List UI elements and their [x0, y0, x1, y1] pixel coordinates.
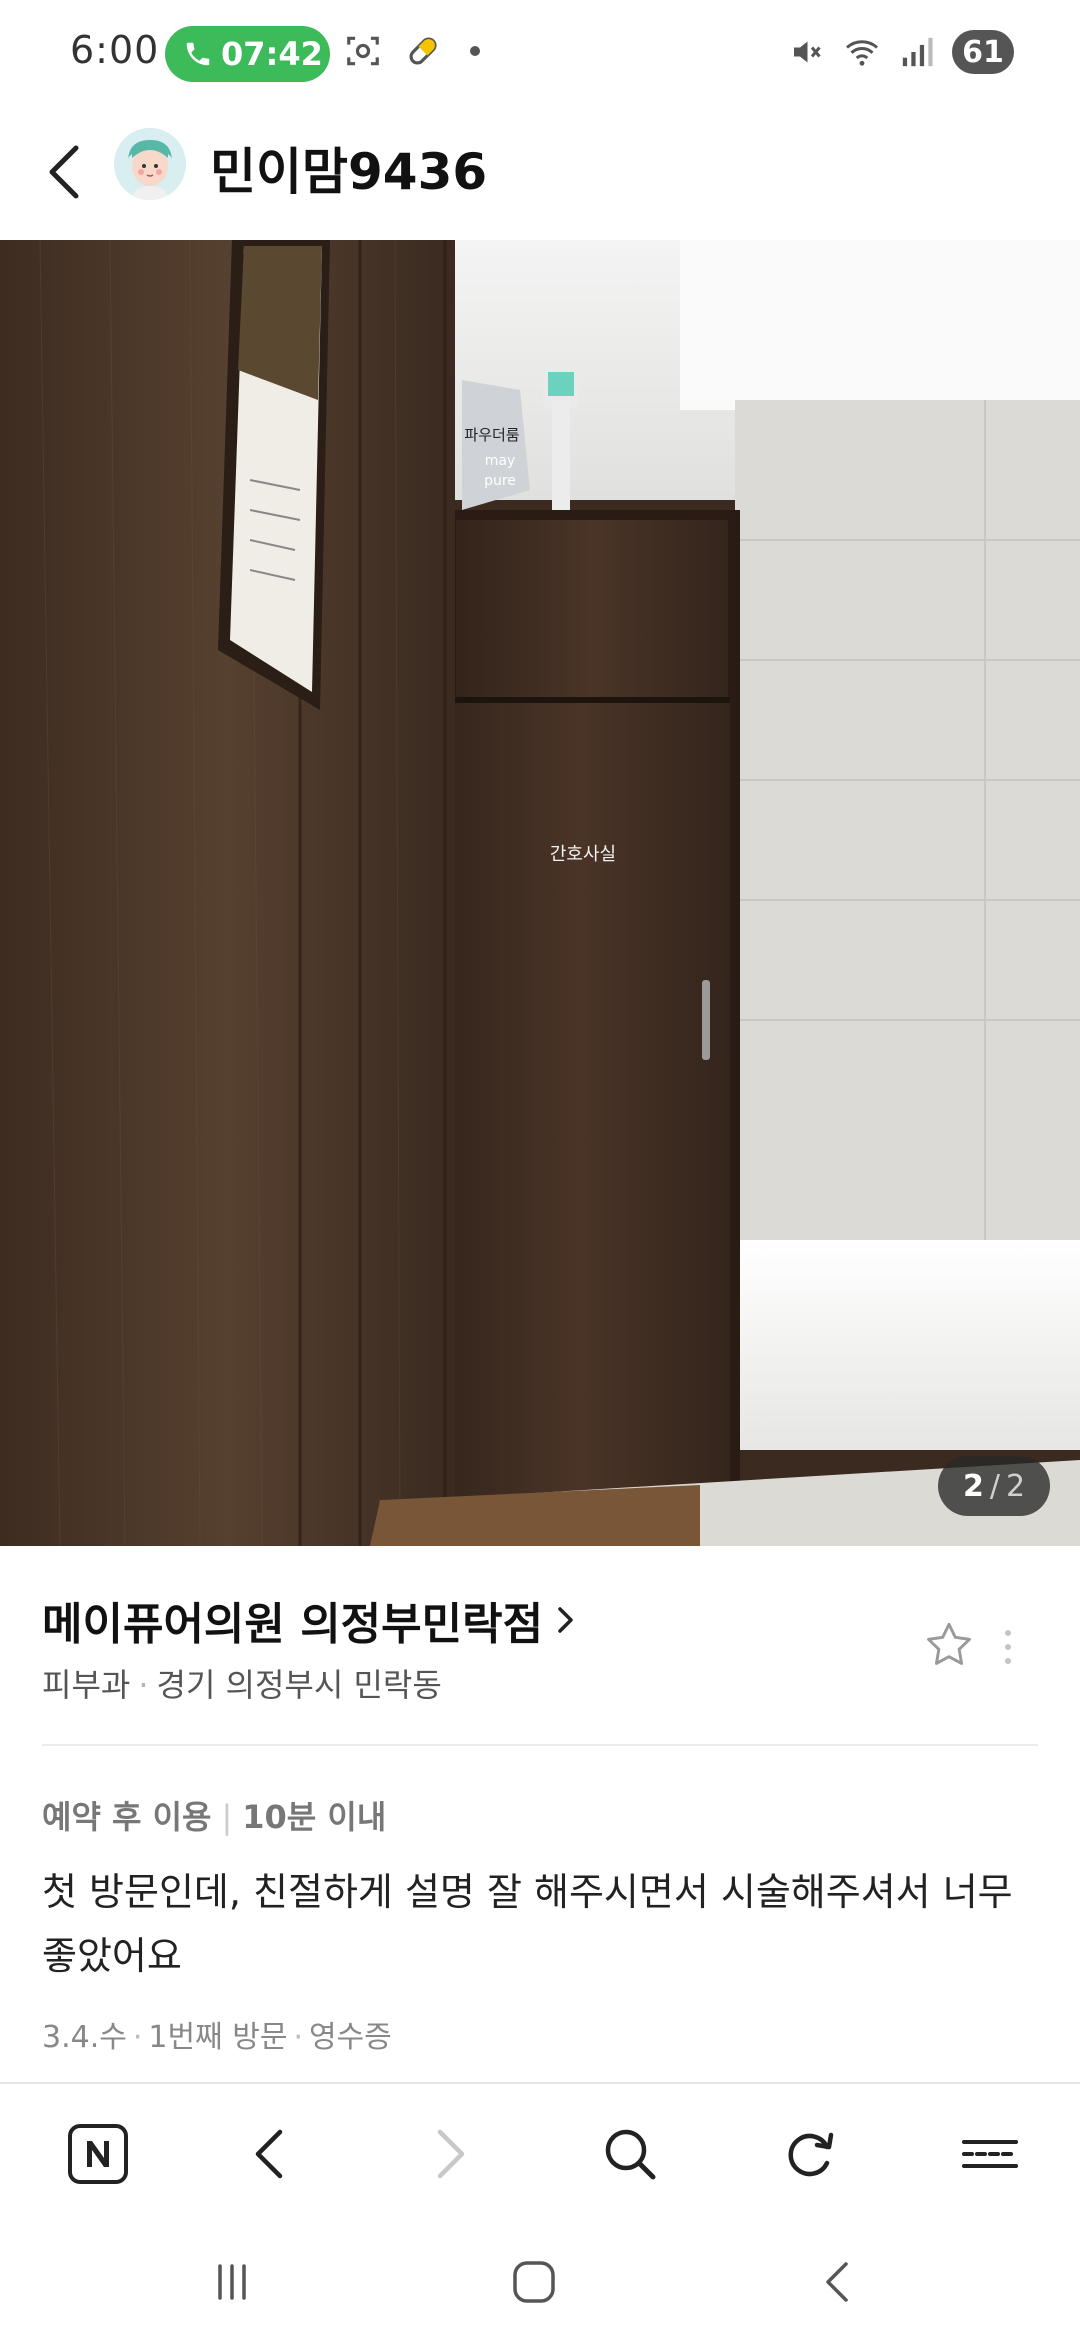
- search-icon: [605, 2129, 656, 2180]
- forward-icon: [437, 2129, 465, 2179]
- meta-separator: ·: [138, 1666, 149, 1704]
- call-timer: 07:42: [221, 35, 323, 73]
- page-total: 2: [1005, 1468, 1026, 1504]
- photo-page-indicator: 2 / 2: [938, 1456, 1050, 1516]
- place-name-link[interactable]: 메이퓨어의원 의정부민락점: [42, 1588, 577, 1652]
- signal-icon: [902, 37, 933, 67]
- place-location: 경기 의정부시 민락동: [156, 1666, 442, 1704]
- home-button[interactable]: [504, 2252, 564, 2312]
- review-footer: 3.4.수 · 1번째 방문 · 영수증: [42, 2012, 392, 2056]
- section-divider: [42, 1744, 1038, 1746]
- page-current: 2: [962, 1468, 984, 1504]
- foot-separator: ·: [293, 2020, 303, 2055]
- back-icon: [826, 2262, 848, 2302]
- clinic-hallway-image: 간호사실 파우더룸 may pure: [0, 240, 1080, 1546]
- system-back-button[interactable]: [808, 2252, 868, 2312]
- recent-apps-button[interactable]: [202, 2252, 262, 2312]
- wall-sign-brand-2: pure: [484, 473, 516, 489]
- naver-home-icon: [68, 2124, 128, 2184]
- place-meta: 피부과 · 경기 의정부시 민락동: [42, 1660, 442, 1706]
- door-sign: 간호사실: [550, 844, 616, 865]
- browser-menu-button[interactable]: [952, 2116, 1028, 2192]
- wall-sign-title: 파우더룸: [464, 426, 519, 444]
- notification-dot: [470, 46, 480, 56]
- review-tag-booking: 예약 후 이용: [42, 1798, 212, 1836]
- more-options-button[interactable]: [994, 1620, 1022, 1674]
- browser-back-button[interactable]: [232, 2116, 308, 2192]
- reviewer-name[interactable]: 민이맘9436: [210, 132, 487, 204]
- avatar[interactable]: [114, 128, 186, 200]
- avatar-illustration: [114, 128, 186, 200]
- chevron-right-icon: [558, 1607, 573, 1633]
- refresh-icon: [788, 2132, 834, 2177]
- star-icon: [927, 1622, 971, 1665]
- review-header: 민이맘9436: [0, 108, 1080, 240]
- status-time: 6:00: [70, 28, 160, 72]
- browser-refresh-button[interactable]: [772, 2116, 848, 2192]
- chevron-left-icon: [49, 145, 79, 199]
- review-tag-wait: 10분 이내: [242, 1798, 387, 1836]
- place-name: 메이퓨어의원 의정부민락점: [42, 1599, 544, 1650]
- pill-icon: [409, 37, 437, 65]
- phone-icon: [186, 42, 210, 66]
- back-icon: [255, 2129, 283, 2179]
- screenshot-icon: [347, 36, 379, 66]
- status-bar: 6:00 07:42 61: [0, 0, 1080, 108]
- home-icon: [513, 2261, 555, 2303]
- more-vertical-icon: [1005, 1630, 1011, 1664]
- page-separator: /: [989, 1468, 1000, 1504]
- browser-search-button[interactable]: [592, 2116, 668, 2192]
- review-tags: 예약 후 이용 | 10분 이내: [42, 1792, 386, 1838]
- recent-apps-icon: [218, 2264, 246, 2300]
- wall-sign-brand-1: may: [485, 453, 516, 469]
- review-visit-count: 1번째 방문: [148, 2020, 288, 2055]
- browser-forward-button[interactable]: [412, 2116, 488, 2192]
- tag-separator: |: [221, 1798, 233, 1836]
- foot-separator: ·: [132, 2020, 143, 2055]
- review-photo[interactable]: 간호사실 파우더룸 may pure 2 / 2: [0, 240, 1080, 1546]
- battery-icon: 61: [952, 30, 1014, 74]
- back-button[interactable]: [38, 134, 92, 210]
- system-navigation-bar: [0, 2216, 1080, 2340]
- review-receipt: 영수증: [308, 2020, 392, 2055]
- browser-toolbar: [0, 2082, 1080, 2216]
- menu-icon: [962, 2140, 1018, 2168]
- naver-home-button[interactable]: [60, 2116, 136, 2192]
- call-timer-pill[interactable]: 07:42: [165, 26, 330, 82]
- wifi-icon: [846, 40, 878, 66]
- review-text: 첫 방문인데, 친절하게 설명 잘 해주시면서 시술해주셔서 너무 좋았어요: [42, 1870, 1013, 1978]
- review-date: 3.4.수: [42, 2020, 127, 2055]
- place-category: 피부과: [42, 1666, 131, 1704]
- battery-level: 61: [962, 34, 1004, 70]
- save-place-button[interactable]: [922, 1618, 976, 1672]
- mute-icon: [794, 41, 821, 63]
